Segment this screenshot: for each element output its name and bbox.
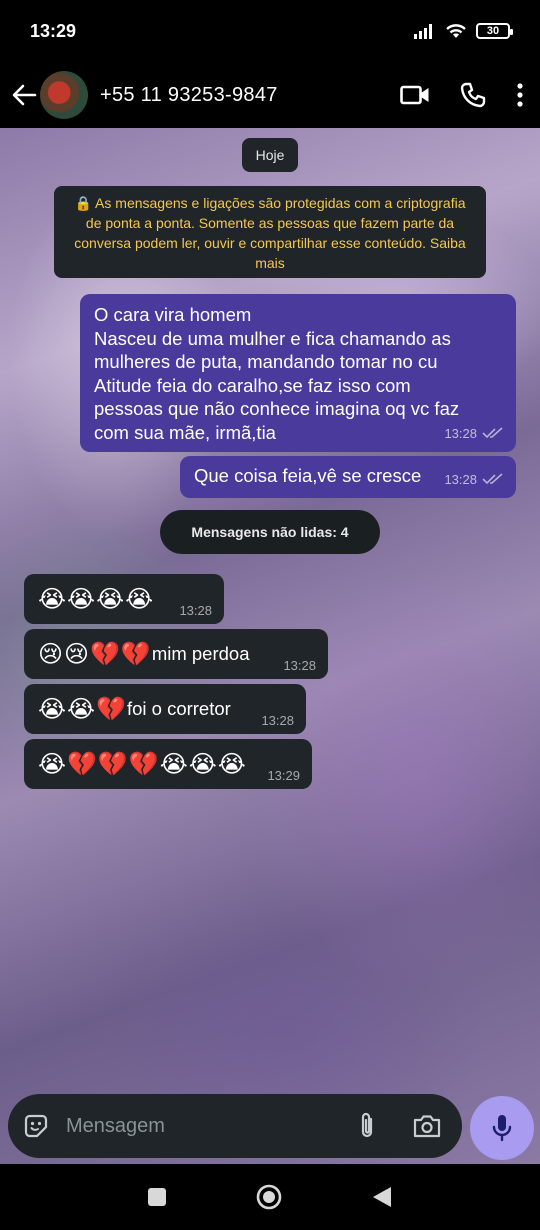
outgoing-message[interactable]: Que coisa feia,vê se cresce 13:28 — [180, 456, 516, 498]
contact-name[interactable]: +55 11 93253-9847 — [100, 84, 278, 107]
message-line: Atitude feia do caralho,se faz isso com — [94, 374, 411, 396]
message-text: Que coisa feia,vê se cresce — [194, 465, 422, 486]
double-check-icon — [482, 427, 503, 439]
encryption-notice[interactable]: 🔒 As mensagens e ligações são protegidas… — [54, 186, 486, 278]
message-time: 13:28 — [179, 603, 212, 618]
status-time: 13:29 — [30, 20, 77, 41]
message-line: Nasceu de uma mulher e fica chamando as — [94, 327, 451, 349]
message-time: 13:28 — [444, 425, 477, 441]
incoming-message[interactable]: 😭😭😭😭 13:28 — [24, 574, 224, 624]
status-icons: 30 — [414, 22, 513, 40]
message-time: 13:28 — [261, 713, 294, 728]
message-emoji: 😢😢💔💔 — [38, 640, 152, 668]
message-input[interactable]: Mensagem — [66, 1115, 165, 1138]
message-meta: 13:28 — [444, 468, 504, 492]
attach-icon[interactable] — [358, 1111, 376, 1141]
status-bar: 13:29 30 — [0, 0, 540, 62]
chat-area[interactable]: Hoje 🔒 As mensagens e ligações são prote… — [0, 128, 540, 1164]
battery-icon: 30 — [476, 23, 513, 39]
date-separator: Hoje — [242, 138, 298, 172]
composer-actions — [358, 1111, 448, 1141]
message-text: mim perdoa — [151, 643, 250, 664]
message-emoji: 😭😭😭😭 — [38, 585, 155, 613]
home-icon[interactable] — [255, 1183, 283, 1211]
message-time: 13:29 — [267, 768, 300, 783]
phone-icon[interactable] — [460, 82, 486, 108]
camera-icon[interactable] — [412, 1113, 442, 1139]
video-call-icon[interactable] — [400, 84, 430, 106]
message-line: O cara vira homem — [94, 304, 252, 325]
header-actions — [400, 82, 530, 108]
incoming-message[interactable]: 😢😢💔💔 mim perdoa 13:28 — [24, 629, 328, 679]
more-options-icon[interactable] — [516, 83, 524, 107]
avatar[interactable] — [40, 71, 88, 119]
back-nav-icon[interactable] — [371, 1185, 393, 1209]
double-check-icon — [482, 473, 503, 485]
message-emoji: 😭💔💔💔😭😭😭 — [38, 750, 247, 778]
sticker-icon[interactable] — [22, 1112, 50, 1140]
message-composer[interactable]: Mensagem — [8, 1094, 462, 1158]
arrow-left-icon — [12, 84, 37, 106]
unread-messages-separator: Mensagens não lidas: 4 — [160, 510, 380, 554]
message-line: com sua mãe, irmã,tia — [94, 421, 276, 443]
microphone-icon — [492, 1115, 512, 1142]
message-line: mulheres de puta, mandando tomar no cu — [94, 351, 438, 372]
signal-icon — [414, 24, 432, 39]
system-nav-bar — [0, 1164, 540, 1230]
incoming-message[interactable]: 😭💔💔💔😭😭😭 13:29 — [24, 739, 312, 789]
battery-level: 30 — [486, 25, 500, 37]
message-meta: 13:28 — [444, 422, 504, 446]
recents-icon[interactable] — [147, 1187, 167, 1207]
message-line: pessoas que não conhece imagina oq vc fa… — [94, 398, 460, 419]
message-time: 13:28 — [444, 471, 477, 487]
incoming-message[interactable]: 😭😭💔 foi o corretor 13:28 — [24, 684, 306, 734]
outgoing-message[interactable]: O cara vira homem Nasceu de uma mulher e… — [80, 294, 516, 452]
voice-message-button[interactable] — [470, 1096, 534, 1160]
wifi-icon — [446, 24, 466, 38]
message-emoji: 😭😭💔 — [38, 695, 127, 723]
chat-header: +55 11 93253-9847 — [0, 62, 540, 128]
message-time: 13:28 — [283, 658, 316, 673]
message-text: foi o corretor — [126, 698, 231, 719]
back-button[interactable] — [10, 81, 38, 109]
